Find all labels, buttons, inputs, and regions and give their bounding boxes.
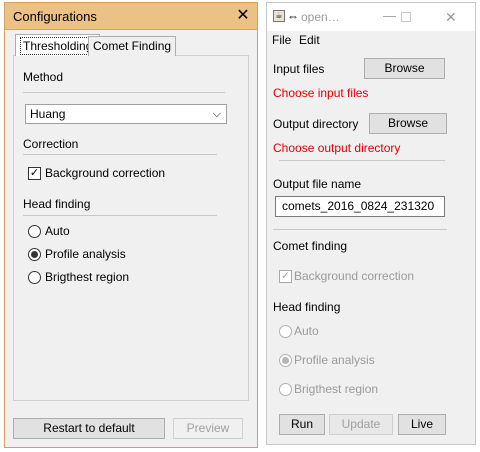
radio-auto[interactable] <box>279 325 292 338</box>
update-button[interactable]: Update <box>329 414 393 435</box>
dialog-title: Configurations <box>13 9 97 24</box>
input-browse-button[interactable]: Browse <box>364 58 445 79</box>
radio-profile-analysis-label: Profile analysis <box>294 353 375 367</box>
method-select[interactable]: Huang ⌵ <box>25 104 227 124</box>
background-correction-checkbox[interactable]: ✓ <box>28 167 41 180</box>
input-files-label: Input files <box>273 62 325 76</box>
output-file-name-label: Output file name <box>273 177 362 191</box>
main-window: ☕ ⇔ open… — ✕ File Edit Input files Brow… <box>266 2 476 445</box>
divider <box>23 154 217 155</box>
radio-auto-label: Auto <box>294 324 319 338</box>
window-title: open… <box>301 10 340 24</box>
divider <box>23 92 225 93</box>
radio-selected-dot <box>282 357 289 364</box>
method-select-value: Huang <box>30 107 66 121</box>
close-icon[interactable]: ✕ <box>445 9 457 26</box>
divider <box>273 229 447 230</box>
window-title-bar[interactable]: ☕ ⇔ open… — ✕ <box>267 3 475 31</box>
output-browse-button[interactable]: Browse <box>369 113 447 134</box>
run-button[interactable]: Run <box>279 414 325 435</box>
background-correction-checkbox[interactable]: ✓ <box>279 270 292 283</box>
background-correction-label: Background correction <box>45 166 166 180</box>
menu-edit[interactable]: Edit <box>299 33 320 47</box>
radio-profile-analysis[interactable] <box>279 354 292 367</box>
head-finding-label: Head finding <box>273 300 341 314</box>
radio-profile-analysis-label: Profile analysis <box>45 247 126 261</box>
divider <box>279 160 445 161</box>
live-button[interactable]: Live <box>398 414 446 435</box>
head-finding-label: Head finding <box>23 197 91 211</box>
radio-auto[interactable] <box>28 225 41 238</box>
output-file-name-input[interactable]: comets_2016_0824_231320 <box>275 196 445 217</box>
radio-selected-dot <box>31 251 38 258</box>
radio-profile-analysis[interactable] <box>28 248 41 261</box>
background-correction-label: Background correction <box>294 269 415 283</box>
arrows-icon: ⇔ <box>287 9 299 23</box>
java-app-icon: ☕ <box>273 10 285 22</box>
restart-to-default-button[interactable]: Restart to default <box>13 418 165 439</box>
tab-comet-finding[interactable]: Comet Finding <box>88 36 177 56</box>
tab-thresholding-label: Thresholding <box>20 37 96 55</box>
radio-brightest-region[interactable] <box>279 383 292 396</box>
radio-brightest-region-label: Brigthest region <box>294 382 379 396</box>
minimize-icon[interactable]: — <box>383 8 396 23</box>
correction-label: Correction <box>23 137 79 151</box>
radio-brightest-region[interactable] <box>28 271 41 284</box>
menu-file[interactable]: File <box>272 33 291 47</box>
output-directory-status: Choose output directory <box>273 141 401 155</box>
comet-finding-label: Comet finding <box>273 239 348 253</box>
method-label: Method <box>23 70 64 84</box>
maximize-icon[interactable] <box>401 12 411 22</box>
output-directory-label: Output directory <box>273 117 359 131</box>
input-files-status: Choose input files <box>273 86 369 100</box>
chevron-down-icon: ⌵ <box>212 108 221 120</box>
dialog-title-bar[interactable]: Configurations ✕ <box>5 3 257 30</box>
close-icon[interactable]: ✕ <box>233 6 253 26</box>
radio-brightest-region-label: Brigthest region <box>45 270 130 284</box>
divider <box>23 215 217 216</box>
preview-button[interactable]: Preview <box>173 418 243 439</box>
configurations-dialog: Configurations ✕ Thresholding Comet Find… <box>4 2 258 448</box>
radio-auto-label: Auto <box>45 224 70 238</box>
